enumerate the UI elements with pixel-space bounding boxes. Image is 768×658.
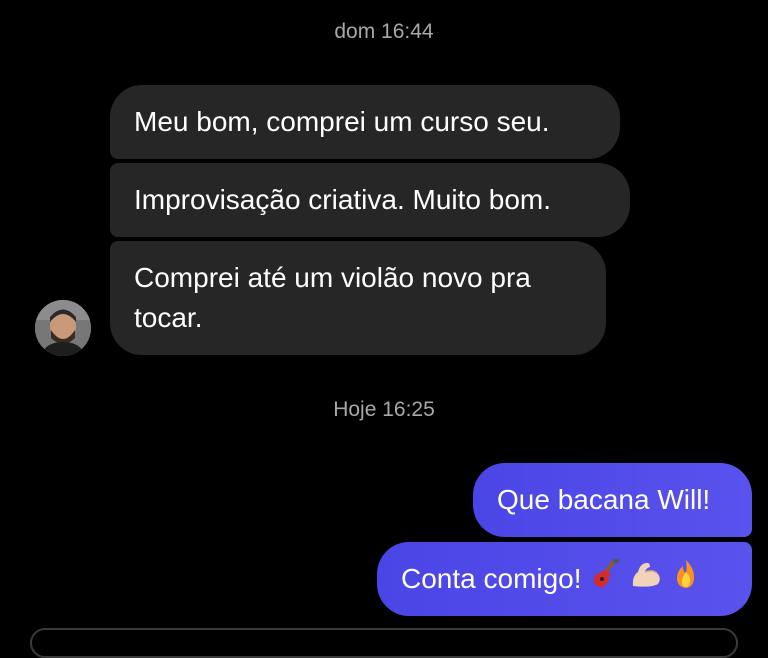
incoming-message-text: Improvisação criativa. Muito bom. [134, 184, 552, 215]
outgoing-message-1[interactable]: Que bacana Will! [473, 463, 752, 537]
incoming-message-text: Comprei até um violão novo pra tocar. [134, 262, 531, 333]
profile-photo-icon [35, 300, 91, 356]
fire-icon [672, 558, 700, 601]
incoming-message-text: Meu bom, comprei um curso seu. [134, 106, 550, 137]
flexed-biceps-icon [630, 558, 664, 601]
incoming-message-3[interactable]: Comprei até um violão novo pra tocar. [110, 241, 606, 355]
message-composer-edge[interactable] [30, 628, 738, 658]
guitar-icon [590, 558, 622, 601]
avatar[interactable] [35, 300, 91, 356]
timestamp-today: Hoje 16:25 [333, 398, 435, 421]
outgoing-message-text: Que bacana Will! [497, 484, 711, 515]
incoming-message-1[interactable]: Meu bom, comprei um curso seu. [110, 85, 620, 159]
outgoing-message-2[interactable]: Conta comigo! [377, 542, 752, 616]
incoming-message-2[interactable]: Improvisação criativa. Muito bom. [110, 163, 630, 237]
timestamp-sunday: dom 16:44 [334, 20, 434, 43]
outgoing-message-text: Conta comigo! [401, 563, 582, 594]
